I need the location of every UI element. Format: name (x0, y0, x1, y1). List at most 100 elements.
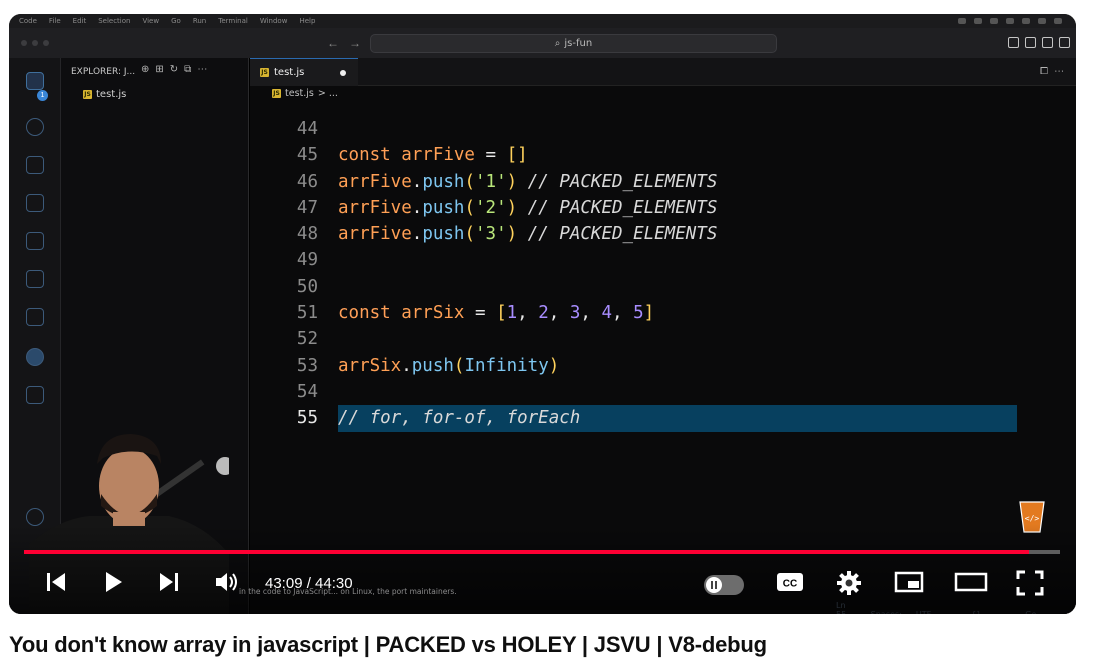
captions-button[interactable]: CC (776, 570, 804, 594)
code-token: . (401, 355, 412, 376)
line-number: 44 (296, 119, 318, 139)
line-number: 55 (296, 408, 318, 429)
code-token: [] (506, 145, 528, 166)
code-token: ( (464, 197, 476, 218)
next-button[interactable] (157, 570, 181, 594)
code-token: . (411, 197, 423, 218)
code-token: push (422, 197, 465, 218)
remote-explorer-icon (26, 270, 44, 288)
code-token: . (411, 171, 423, 192)
breadcrumb: JS test.js > ... (272, 88, 338, 99)
line-number: 50 (296, 276, 318, 297)
code-token: 2 (538, 303, 549, 324)
breadcrumb-tail: > ... (317, 88, 338, 99)
code-token: , (612, 303, 634, 324)
line-number: 46 (296, 171, 318, 192)
files-icon (26, 72, 44, 90)
play-button[interactable] (101, 570, 125, 594)
miniplayer-button[interactable] (894, 570, 924, 594)
code-token: ( (464, 224, 476, 245)
progress-played (24, 550, 1029, 554)
extensions-icon (26, 232, 44, 250)
code-token: 4 (601, 303, 613, 324)
line-number: 51 (296, 303, 318, 324)
code-token: const (338, 303, 402, 324)
tab-test-js: JS test.js (250, 58, 358, 86)
code-token: ) (548, 355, 560, 376)
code-token: push (422, 171, 465, 192)
explorer-file-label: test.js (96, 89, 127, 100)
unsaved-dot-icon (340, 69, 346, 76)
js-file-icon: JS (83, 90, 92, 99)
line-code: const arrFive = [] (338, 142, 528, 168)
layout-icons (1008, 37, 1070, 48)
code-line: 51 const arrSix = [1, 2, 3, 4, 5] (250, 300, 1076, 326)
player-controls: 43:09 / 44:30 CC (9, 562, 1076, 606)
code-line: 52 (250, 326, 1076, 352)
editor-tabbar: JS test.js ⧠⋯ (250, 58, 1076, 86)
code-token: ) (506, 224, 518, 245)
nav-arrows-icon: ←→ (327, 36, 371, 50)
new-file-icon: ⊕ (141, 64, 150, 75)
previous-button[interactable] (44, 570, 68, 594)
mac-menubar: Code File Edit Selection View Go Run Terminal Wi… (9, 14, 1076, 28)
code-line: 48 arrFive.push('3') // PACKED_ELEMENTS (250, 221, 1076, 247)
line-number: 48 (296, 224, 318, 245)
js-file-icon: JS (272, 89, 281, 98)
explorer-toolbar: ⊕ ⊞ ↻ ⧉ ⋯ (141, 64, 207, 75)
line-code: arrSix.push(Infinity) (338, 353, 559, 379)
video-title: You don't know array in javascript | PAC… (9, 632, 767, 657)
line-number: 45 (296, 145, 318, 166)
tab-label: test.js (274, 67, 305, 78)
theater-mode-button[interactable] (954, 570, 988, 594)
source-control-icon (26, 156, 44, 174)
fullscreen-button[interactable] (1016, 570, 1044, 596)
new-folder-icon: ⊞ (155, 64, 164, 75)
pie-chart-icon (26, 348, 44, 366)
window-controls (21, 40, 49, 46)
line-number: 47 (296, 197, 318, 218)
volume-button[interactable] (214, 570, 240, 594)
svg-text:</>: </> (1025, 514, 1040, 523)
line-number: 52 (296, 329, 318, 350)
code-token: 1 (506, 303, 518, 324)
code-token: , (580, 303, 602, 324)
explorer-file-item: JS test.js (83, 89, 126, 100)
run-debug-icon (26, 194, 44, 212)
code-token: , (548, 303, 570, 324)
code-token: // PACKED_ELEMENTS (517, 197, 718, 218)
video-player[interactable]: Code File Edit Selection View Go Run Terminal Wi… (9, 14, 1076, 614)
autoplay-toggle[interactable] (704, 575, 744, 595)
code-token: '1' (475, 171, 507, 192)
command-center-search: ⌕ js-fun (370, 34, 777, 53)
code-token: push (422, 224, 465, 245)
more-icon: ⋯ (197, 64, 208, 75)
code-line: 47 arrFive.push('2') // PACKED_ELEMENTS (250, 195, 1076, 221)
line-code: arrFive.push('1') // PACKED_ELEMENTS (338, 169, 717, 195)
code-token: 3 (569, 303, 581, 324)
code-line: 46 arrFive.push('1') // PACKED_ELEMENTS (250, 169, 1076, 195)
time-display: 43:09 / 44:30 (265, 575, 353, 592)
code-token: arrFive (401, 145, 486, 166)
code-token: [ (496, 303, 507, 324)
progress-bar[interactable] (24, 550, 1060, 554)
code-token: = (485, 145, 507, 166)
pause-icon (706, 577, 722, 593)
js-file-icon: JS (260, 68, 269, 77)
code-line: 49 (250, 247, 1076, 273)
code-token: arrFive (338, 197, 412, 218)
line-number: 54 (296, 381, 318, 402)
code-line: 45 const arrFive = [] (250, 142, 1076, 168)
code-line: 44 (250, 116, 1076, 142)
code-token: // for, for-of, forEach (338, 408, 581, 429)
code-token: ) (506, 197, 518, 218)
code-token: arrSix (338, 355, 402, 376)
files-badge: 1 (37, 90, 48, 101)
code-line: 54 (250, 379, 1076, 405)
search-icon (26, 118, 44, 136)
code-token: ) (506, 171, 518, 192)
settings-gear-icon[interactable] (836, 570, 862, 596)
svg-text:CC: CC (783, 579, 797, 590)
line-number: 53 (296, 355, 318, 376)
editor-titlebar: ←→ ⌕ js-fun (9, 28, 1076, 58)
